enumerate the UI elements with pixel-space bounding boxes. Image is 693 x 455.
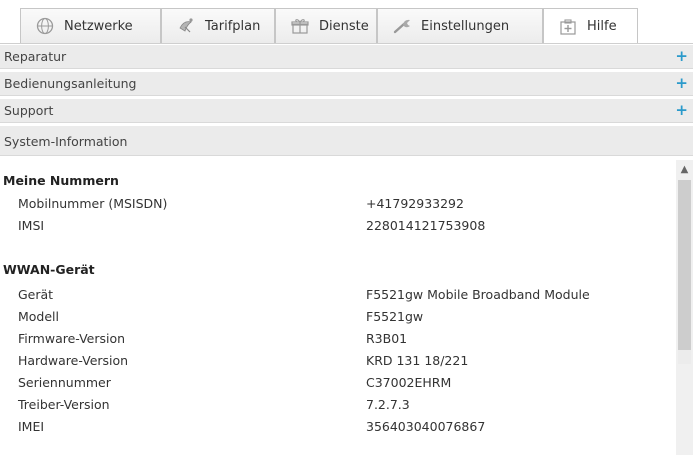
accordion-support[interactable]: Support +: [0, 98, 693, 123]
vertical-scrollbar[interactable]: ▲: [676, 160, 693, 455]
info-label: Gerät: [18, 287, 54, 302]
tab-hilfe[interactable]: Hilfe: [543, 8, 638, 44]
tab-einstellungen[interactable]: Einstellungen: [377, 8, 543, 43]
tab-label: Hilfe: [587, 19, 617, 34]
info-label: Hardware-Version: [18, 353, 129, 368]
info-value: 7.2.7.3: [366, 397, 410, 412]
section-title-meine-nummern: Meine Nummern: [3, 173, 119, 188]
info-label: Firmware-Version: [18, 331, 126, 346]
info-value: KRD 131 18/221: [366, 353, 469, 368]
scroll-up-arrow-icon[interactable]: ▲: [676, 160, 693, 178]
tab-bar: Netzwerke Tarifplan Dienste Einstellunge…: [0, 0, 693, 44]
accordion-title: System-Information: [4, 134, 128, 149]
globe-icon: [35, 16, 55, 36]
first-aid-kit-icon: [558, 17, 578, 37]
tab-tarifplan[interactable]: Tarifplan: [161, 8, 275, 43]
accordion-reparatur[interactable]: Reparatur +: [0, 44, 693, 69]
info-label: IMEI: [18, 419, 45, 434]
gift-icon: [290, 16, 310, 36]
info-value: 228014121753908: [366, 218, 486, 233]
scroll-track[interactable]: [678, 350, 691, 364]
info-value: 356403040076867: [366, 419, 486, 434]
info-value: +41792933292: [366, 196, 464, 211]
wrench-icon: [392, 16, 412, 36]
tab-label: Tarifplan: [205, 18, 261, 34]
info-value: F5521gw: [366, 309, 424, 324]
expand-plus-icon[interactable]: +: [675, 74, 688, 92]
info-label: Mobilnummer (MSISDN): [18, 196, 168, 211]
info-label: Modell: [18, 309, 60, 324]
tab-label: Dienste: [319, 18, 369, 34]
accordion-bedienungsanleitung[interactable]: Bedienungsanleitung +: [0, 71, 693, 96]
tab-label: Einstellungen: [421, 18, 510, 34]
system-info-panel: Meine Nummern Mobilnummer (MSISDN) +4179…: [0, 156, 693, 455]
tab-netzwerke[interactable]: Netzwerke: [20, 8, 161, 43]
accordion-system-information[interactable]: System-Information: [0, 125, 693, 156]
scroll-thumb[interactable]: [678, 180, 691, 350]
info-value: F5521gw Mobile Broadband Module: [366, 287, 590, 302]
tab-dienste[interactable]: Dienste: [275, 8, 377, 43]
accordion-title: Bedienungsanleitung: [4, 76, 137, 91]
section-title-wwan-geraet: WWAN-Gerät: [3, 262, 95, 277]
info-label: Seriennummer: [18, 375, 111, 390]
info-label: IMSI: [18, 218, 45, 233]
help-window: Netzwerke Tarifplan Dienste Einstellunge…: [0, 0, 693, 455]
satellite-dish-icon: [176, 16, 196, 36]
expand-plus-icon[interactable]: +: [675, 101, 688, 119]
info-value: R3B01: [366, 331, 408, 346]
expand-plus-icon[interactable]: +: [675, 47, 688, 65]
accordion-title: Support: [4, 103, 54, 118]
info-label: Treiber-Version: [18, 397, 110, 412]
tab-label: Netzwerke: [64, 18, 133, 34]
accordion-title: Reparatur: [4, 49, 67, 64]
info-value: C37002EHRM: [366, 375, 452, 390]
